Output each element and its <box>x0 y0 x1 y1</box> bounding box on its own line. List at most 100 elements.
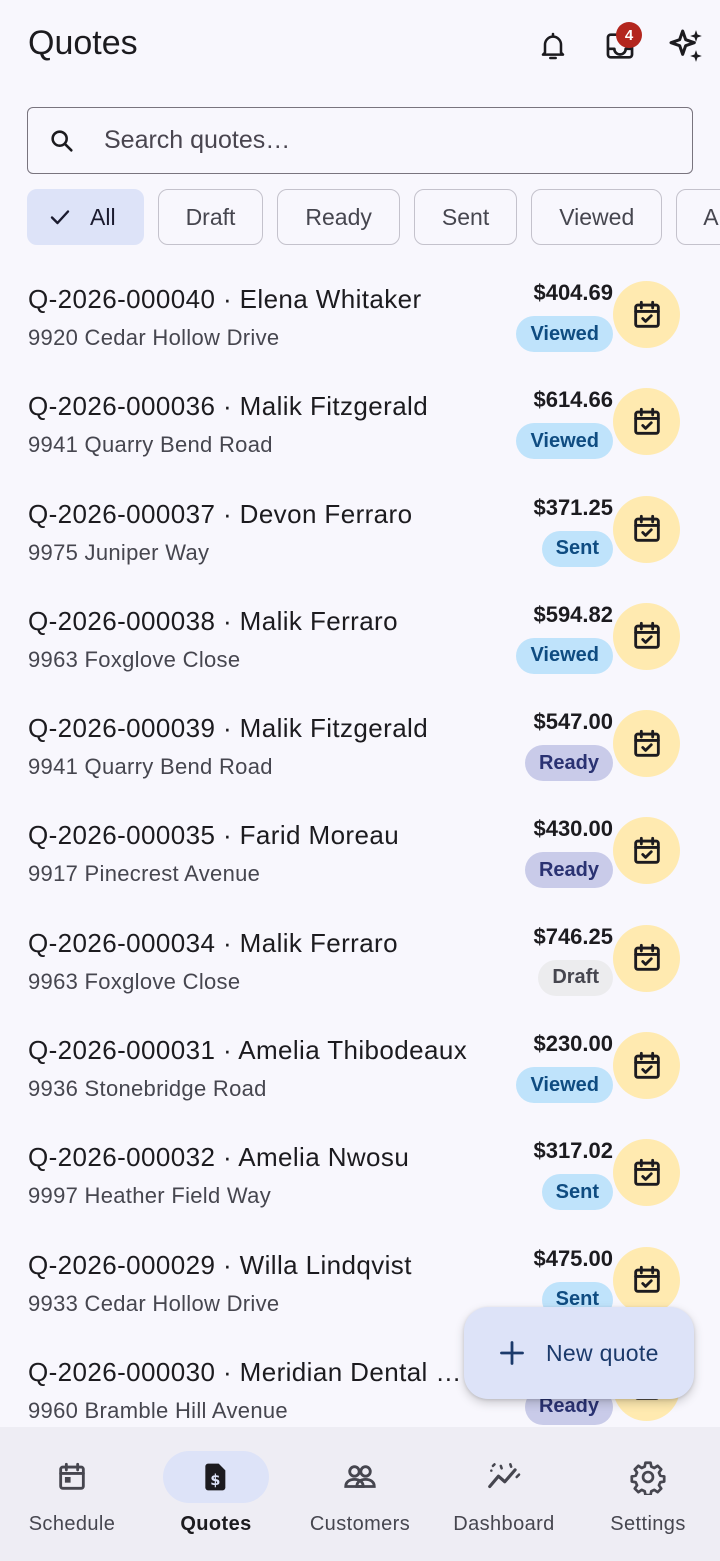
nav-label: Settings <box>610 1513 686 1535</box>
quote-amount: $475.00 <box>533 1245 613 1271</box>
schedule-button[interactable] <box>613 602 680 670</box>
quote-list: Q-2026-000040 · Elena Whitaker 9920 Ceda… <box>0 247 720 1427</box>
bottom-navigation: Schedule $ Quotes Customers Dashboard Se… <box>0 1427 720 1561</box>
quote-row[interactable]: Q-2026-000037 · Devon Ferraro 9975 Junip… <box>0 462 720 569</box>
schedule-button[interactable] <box>613 817 680 885</box>
nav-indicator <box>19 1451 125 1503</box>
quote-address: 9963 Foxglove Close <box>28 968 241 994</box>
status-badge: Viewed <box>516 316 613 352</box>
nav-indicator <box>451 1451 557 1503</box>
inbox-badge: 4 <box>616 22 642 48</box>
search-bar[interactable] <box>27 107 693 174</box>
calendar-check-icon <box>633 836 660 864</box>
gear-icon <box>630 1461 666 1495</box>
nav-item-customers[interactable]: Customers <box>288 1427 432 1561</box>
quote-row[interactable]: Q-2026-000031 · Amelia Thibodeaux 9936 S… <box>0 998 720 1105</box>
calendar-check-icon <box>633 622 660 650</box>
quote-title: Q-2026-000040 · Elena Whitaker <box>28 284 422 314</box>
status-badge: Ready <box>524 745 613 782</box>
nav-label: Quotes <box>180 1513 252 1535</box>
quote-title: Q-2026-000029 · Willa Lindqvist <box>28 1249 412 1280</box>
quote-row[interactable]: Q-2026-000029 · Willa Lindqvist 9933 Ced… <box>0 1213 720 1320</box>
filter-chip-label: A <box>703 203 719 230</box>
nav-item-quotes[interactable]: $ Quotes <box>144 1427 288 1561</box>
status-badge: Sent <box>541 530 613 567</box>
filter-chip-label: Sent <box>441 203 490 230</box>
sparkle-icon <box>669 29 702 62</box>
filter-chip-label: Ready <box>305 203 372 230</box>
filter-chip-all[interactable]: All <box>27 189 144 245</box>
schedule-button[interactable] <box>613 710 680 778</box>
calendar-check-icon <box>633 944 660 972</box>
people-icon <box>344 1465 376 1488</box>
calendar-check-icon <box>633 514 660 542</box>
inbox-button[interactable]: 4 <box>596 22 644 70</box>
quote-address: 9997 Heather Field Way <box>28 1183 272 1209</box>
quote-amount: $404.69 <box>533 280 613 305</box>
quote-row[interactable]: Q-2026-000035 · Farid Moreau 9917 Pinecr… <box>0 783 720 890</box>
quote-row[interactable]: Q-2026-000034 · Malik Ferraro 9963 Foxgl… <box>0 891 720 998</box>
quote-address: 9936 Stonebridge Road <box>28 1076 267 1102</box>
nav-item-schedule[interactable]: Schedule <box>0 1427 144 1561</box>
filter-chip-ready[interactable]: Ready <box>277 189 400 245</box>
schedule-button[interactable] <box>613 495 680 563</box>
quote-amount: $614.66 <box>533 387 613 413</box>
quote-title: Q-2026-000032 · Amelia Nwosu <box>28 1142 410 1173</box>
status-badge: Sent <box>541 1174 613 1211</box>
quote-row[interactable]: Q-2026-000032 · Amelia Nwosu 9997 Heathe… <box>0 1105 720 1212</box>
calendar-check-icon <box>633 729 660 757</box>
quote-title: Q-2026-000035 · Farid Moreau <box>28 820 400 851</box>
nav-indicator: $ <box>163 1451 269 1503</box>
new-quote-button[interactable]: New quote <box>464 1307 694 1399</box>
filter-chip-sent[interactable]: Sent <box>413 189 518 245</box>
nav-label: Customers <box>309 1513 411 1535</box>
filter-chip-viewed[interactable]: Viewed <box>531 189 663 245</box>
quote-address: 9941 Quarry Bend Road <box>28 432 273 458</box>
plus-icon <box>500 1341 524 1365</box>
nav-item-settings[interactable]: Settings <box>576 1427 720 1561</box>
calendar-check-icon <box>633 407 660 435</box>
quote-address: 9960 Bramble Hill Avenue <box>28 1397 288 1423</box>
nav-item-dashboard[interactable]: Dashboard <box>432 1427 576 1561</box>
quote-address: 9920 Cedar Hollow Drive <box>28 325 280 350</box>
search-input[interactable] <box>104 126 664 155</box>
quote-amount: $430.00 <box>533 816 613 842</box>
status-badge: Viewed <box>516 637 613 674</box>
filter-chip-draft[interactable]: Draft <box>157 189 264 245</box>
svg-text:$: $ <box>210 1472 220 1489</box>
filter-chip-more[interactable]: A <box>676 189 720 245</box>
quote-row[interactable]: Q-2026-000036 · Malik Fitzgerald 9941 Qu… <box>0 354 720 461</box>
bell-icon <box>541 32 565 60</box>
filter-chip-label: Draft <box>185 203 236 230</box>
schedule-button[interactable] <box>613 388 680 456</box>
app-bar: Quotes 4 <box>0 0 720 92</box>
search-icon <box>51 129 73 152</box>
quote-address: 9933 Cedar Hollow Drive <box>28 1290 280 1316</box>
calendar-check-icon <box>633 300 660 328</box>
calendar-check-icon <box>633 1051 660 1079</box>
quote-row[interactable]: Q-2026-000040 · Elena Whitaker 9920 Ceda… <box>0 247 720 354</box>
new-quote-label: New quote <box>546 1339 659 1366</box>
quote-title: Q-2026-000034 · Malik Ferraro <box>28 927 398 958</box>
nav-indicator <box>595 1451 701 1503</box>
schedule-button[interactable] <box>613 1246 680 1314</box>
assistant-button[interactable] <box>662 22 710 70</box>
quote-amount: $230.00 <box>533 1031 613 1057</box>
schedule-button[interactable] <box>613 924 680 992</box>
quote-address: 9975 Juniper Way <box>28 539 210 565</box>
quote-amount: $317.02 <box>533 1138 613 1164</box>
calendar-icon <box>59 1462 85 1490</box>
schedule-button[interactable] <box>613 281 680 348</box>
quote-amount: $594.82 <box>533 601 613 627</box>
quote-row[interactable]: Q-2026-000038 · Malik Ferraro 9963 Foxgl… <box>0 569 720 676</box>
quote-row[interactable]: Q-2026-000039 · Malik Fitzgerald 9941 Qu… <box>0 676 720 783</box>
schedule-button[interactable] <box>613 1139 680 1207</box>
nav-label: Dashboard <box>453 1513 555 1535</box>
filter-chip-label: All <box>90 203 116 230</box>
quote-amount: $746.25 <box>533 923 613 949</box>
schedule-button[interactable] <box>613 1032 680 1100</box>
filter-chip-label: Viewed <box>559 203 635 230</box>
notifications-button[interactable] <box>529 22 577 70</box>
quote-address: 9941 Quarry Bend Road <box>28 754 273 780</box>
calendar-check-icon <box>633 1266 660 1293</box>
